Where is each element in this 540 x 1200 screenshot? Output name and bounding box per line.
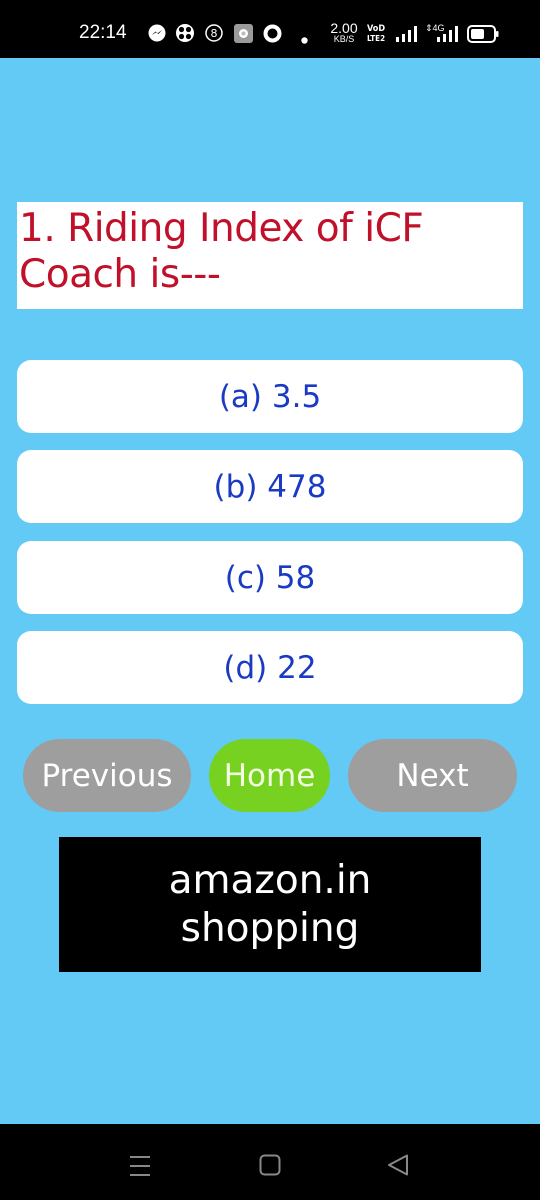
status-bar: 22:14 8 2.00 KB/S VoD LTE2 ⇕4G (0, 0, 540, 58)
question-card: 1. Riding Index of iCF Coach is--- (17, 202, 523, 309)
system-navigation-bar (0, 1124, 540, 1200)
volte-top: VoD (367, 24, 386, 34)
previous-button[interactable]: Previous (23, 739, 191, 812)
signal-strength-icon-2 (437, 25, 459, 48)
network-speed: 2.00 KB/S (327, 20, 361, 44)
app-grid-icon (175, 24, 195, 47)
option-label: (d) 22 (223, 649, 317, 686)
next-button[interactable]: Next (348, 739, 517, 812)
settings-square-icon (234, 24, 253, 48)
ad-line-2: shopping (180, 905, 360, 951)
question-text: 1. Riding Index of iCF Coach is--- (19, 206, 424, 297)
volte-bottom: LTE2 (367, 34, 386, 43)
messenger-icon (148, 24, 166, 47)
dot-icon (301, 31, 308, 49)
option-c-button[interactable]: (c) 58 (17, 541, 523, 614)
quiz-screen: 1. Riding Index of iCF Coach is--- (a) 3… (0, 58, 540, 1124)
battery-icon (467, 25, 499, 48)
signal-strength-icon (396, 25, 418, 48)
amazon-ad-banner[interactable]: amazon.in shopping (59, 837, 481, 972)
home-button[interactable]: Home (209, 739, 330, 812)
network-speed-value: 2.00 (330, 20, 358, 36)
option-b-button[interactable]: (b) 478 (17, 450, 523, 523)
volte-icon: VoD LTE2 (367, 24, 389, 44)
menu-icon[interactable] (129, 1155, 151, 1182)
number-8-icon: 8 (205, 24, 223, 47)
option-d-button[interactable]: (d) 22 (17, 631, 523, 704)
svg-text:8: 8 (211, 27, 218, 40)
ad-line-1: amazon.in (168, 857, 372, 903)
home-square-icon[interactable] (259, 1154, 281, 1181)
option-label: (c) 58 (224, 559, 316, 596)
option-label: (a) 3.5 (218, 378, 322, 415)
option-label: (b) 478 (213, 468, 327, 505)
option-a-button[interactable]: (a) 3.5 (17, 360, 523, 433)
ring-icon (263, 24, 282, 48)
back-triangle-icon[interactable] (387, 1154, 409, 1181)
clock: 22:14 (79, 22, 127, 43)
